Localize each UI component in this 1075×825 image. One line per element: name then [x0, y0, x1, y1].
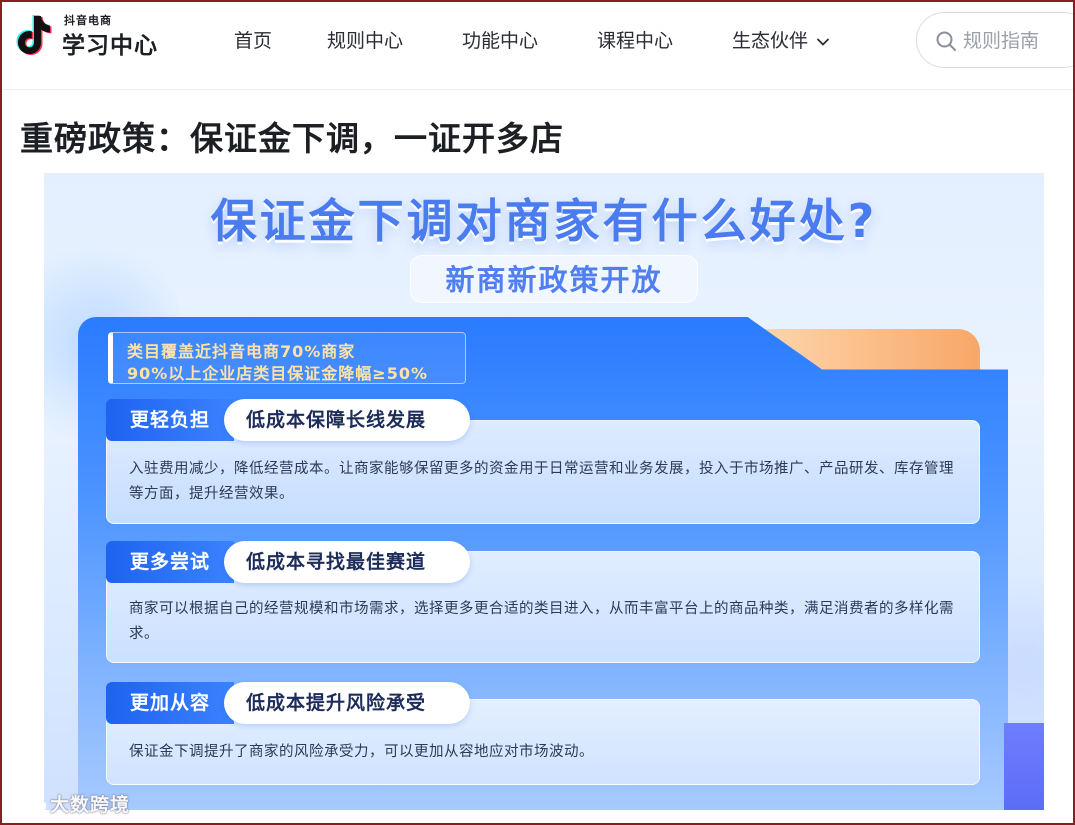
- benefit-heading: 更多尝试 低成本寻找最佳赛道: [106, 541, 470, 583]
- benefit-tag: 更多尝试: [106, 541, 234, 583]
- benefit-heading: 更轻负担 低成本保障长线发展: [106, 399, 470, 441]
- chevron-down-icon: [816, 37, 830, 46]
- benefit-tag: 更加从容: [106, 682, 234, 724]
- nav-item-rules[interactable]: 规则中心: [327, 26, 403, 56]
- highlight-box: 类目覆盖近抖音电商70%商家 90%以上企业店类目保证金降幅≥50%: [108, 332, 466, 384]
- douyin-logo-icon: [16, 15, 52, 55]
- search-input[interactable]: [963, 27, 1073, 55]
- banner-headline: 保证金下调对商家有什么好处?: [210, 194, 878, 248]
- benefit-title: 低成本寻找最佳赛道: [224, 541, 470, 583]
- logo-title: 学习中心: [62, 33, 158, 59]
- search-box[interactable]: [916, 12, 1075, 68]
- highlight-line: 类目覆盖近抖音电商70%商家: [127, 342, 356, 361]
- nav-item-courses[interactable]: 课程中心: [597, 26, 673, 56]
- nav-item-partners[interactable]: 生态伙伴: [732, 26, 830, 56]
- watermark-logo-icon: [10, 798, 47, 813]
- search-icon: [936, 31, 956, 51]
- benefit-card-text: 保证金下调提升了商家的风险承受力，可以更加从容地应对市场波动。: [129, 744, 594, 760]
- watermark-text: 大数跨境: [50, 794, 131, 816]
- banner-subhead: 新商新政策开放: [410, 255, 698, 303]
- logo[interactable]: 抖音电商 学习中心: [12, 10, 172, 60]
- page-title: 重磅政策：保证金下调，一证开多店: [20, 119, 564, 158]
- benefit-title: 低成本保障长线发展: [224, 399, 470, 441]
- highlight-line: 90%以上企业店类目保证金降幅≥50%: [127, 364, 429, 383]
- benefit-tag: 更轻负担: [106, 399, 234, 441]
- policy-banner-image: 保证金下调对商家有什么好处? 新商新政策开放 类目覆盖近抖音电商70%商家 90…: [44, 173, 1044, 810]
- nav-item-partners-label: 生态伙伴: [732, 30, 809, 52]
- top-header: 抖音电商 学习中心 首页 规则中心 功能中心 课程中心 生态伙伴: [0, 0, 1075, 90]
- benefit-card-text: 入驻费用减少，降低经营成本。让商家能够保留更多的资金用于日常运营和业务发展，投入…: [129, 461, 954, 502]
- benefit-title: 低成本提升风险承受: [224, 682, 470, 724]
- benefit-card-text: 商家可以根据自己的经营规模和市场需求，选择更多更合适的类目进入，从而丰富平台上的…: [129, 601, 954, 642]
- nav-item-features[interactable]: 功能中心: [462, 26, 538, 56]
- benefit-heading: 更加从容 低成本提升风险承受: [106, 682, 470, 724]
- watermark: 大数跨境: [10, 790, 130, 817]
- banner-corner-decoration: [1004, 723, 1044, 810]
- nav-item-home[interactable]: 首页: [234, 26, 272, 56]
